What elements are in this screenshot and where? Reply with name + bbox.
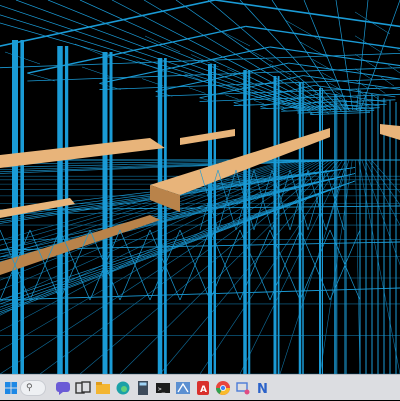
frame-member bbox=[0, 159, 292, 246]
frame-member bbox=[0, 22, 303, 111]
frame-member bbox=[245, 48, 274, 63]
frame-member bbox=[354, 54, 377, 68]
windows-taskbar: ⚲ >_ A N bbox=[0, 374, 400, 400]
deck-slab bbox=[180, 129, 235, 145]
frame-member bbox=[303, 85, 317, 93]
start-icon[interactable] bbox=[2, 379, 20, 397]
steel-frame-model bbox=[0, 0, 400, 374]
app-n-icon[interactable]: N bbox=[254, 379, 272, 397]
frame-member bbox=[380, 76, 395, 87]
frame-member bbox=[269, 46, 400, 67]
calculator-icon[interactable] bbox=[134, 379, 152, 397]
frame-member bbox=[354, 68, 372, 80]
frame-member bbox=[358, 159, 400, 374]
terminal-icon[interactable]: >_ bbox=[154, 379, 172, 397]
svg-text:N: N bbox=[257, 382, 268, 397]
snipping-icon[interactable] bbox=[234, 379, 252, 397]
frame-member bbox=[0, 0, 216, 47]
frame-member bbox=[253, 100, 265, 105]
frame-member bbox=[276, 104, 285, 108]
frame-member bbox=[47, 0, 319, 111]
frame-member bbox=[361, 159, 400, 266]
frame-member bbox=[375, 86, 386, 94]
frame-member bbox=[27, 72, 55, 82]
frame-member bbox=[284, 19, 321, 41]
frame-member bbox=[388, 64, 400, 74]
frame-member bbox=[0, 5, 311, 111]
svg-text:>_: >_ bbox=[158, 386, 166, 393]
frame-member bbox=[188, 87, 206, 94]
frame-member bbox=[300, 41, 328, 58]
frame-member bbox=[225, 94, 239, 100]
frame-member bbox=[355, 159, 361, 374]
acrobat-icon[interactable]: A bbox=[194, 379, 212, 397]
frame-member bbox=[354, 11, 391, 35]
edge-browser-icon[interactable] bbox=[114, 379, 132, 397]
file-explorer-icon[interactable] bbox=[94, 379, 112, 397]
chrome-icon[interactable] bbox=[214, 379, 232, 397]
frame-member bbox=[354, 79, 369, 89]
frame-member bbox=[79, 0, 323, 111]
structural-3d-viewport[interactable] bbox=[0, 0, 400, 374]
frame-member bbox=[364, 159, 400, 226]
search-icon[interactable]: ⚲ bbox=[20, 380, 46, 396]
frame-member bbox=[306, 110, 312, 113]
staad-icon[interactable] bbox=[174, 379, 192, 397]
chat-icon[interactable] bbox=[54, 379, 72, 397]
deck-slab bbox=[0, 138, 165, 168]
task-view-icon[interactable] bbox=[74, 379, 92, 397]
frame-member bbox=[354, 35, 383, 54]
frame-member bbox=[214, 0, 400, 28]
svg-text:A: A bbox=[200, 385, 207, 395]
